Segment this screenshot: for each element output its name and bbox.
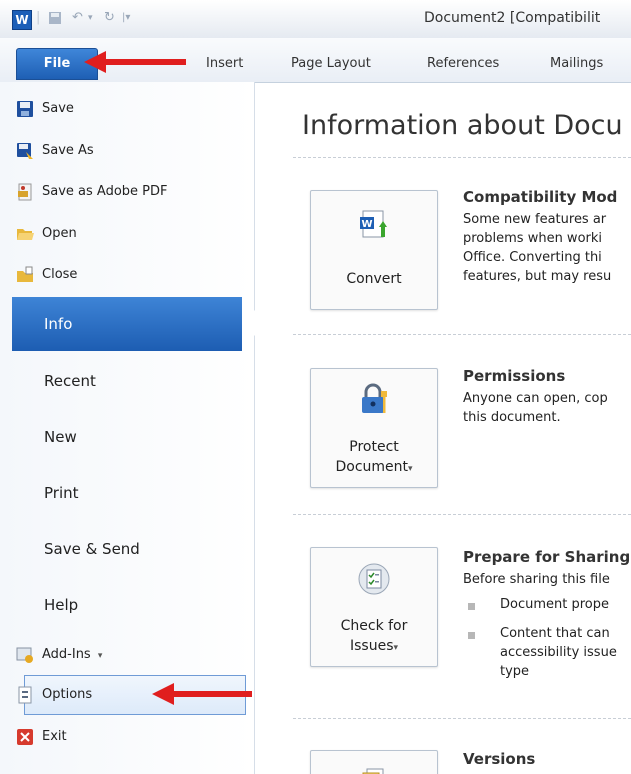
prepare-heading: Prepare for Sharing [463,548,631,566]
protect-label-line1: Protect [349,439,399,455]
help-menu-item[interactable]: Help [44,596,78,614]
divider [293,514,631,515]
chevron-down-icon[interactable]: ▾ [88,11,102,25]
save-as-pdf-menu-item[interactable]: Save as Adobe PDF [42,184,168,199]
compatibility-text-4: features, but may resu [463,269,612,284]
add-ins-menu-item[interactable]: Add-Ins ▾ [42,647,102,662]
bullet-icon [468,632,475,639]
divider [293,334,631,335]
versions-icon [357,765,391,774]
divider [293,157,631,158]
undo-icon[interactable]: ↶ [72,11,86,25]
save-qat-icon[interactable] [48,11,62,25]
chevron-down-icon: ▾ [393,643,399,653]
protect-document-button[interactable]: Protect Document▾ [310,368,438,488]
save-send-menu-item[interactable]: Save & Send [44,540,140,558]
compatibility-heading: Compatibility Mod [463,188,618,206]
check-issues-label-issues: Issues [349,638,394,654]
tab-insert[interactable]: Insert [206,56,243,71]
title-bar: W | ↶ ▾ ↻ |▾ Document2 [Compatibilit [0,0,631,38]
prepare-bullet-1: Document prope [500,597,609,612]
tab-page-layout[interactable]: Page Layout [291,56,371,71]
add-ins-label: Add-Ins [42,647,91,662]
check-issues-label-line2: Issues▾ [311,636,437,659]
add-ins-icon [16,646,36,664]
tab-references[interactable]: References [427,56,499,71]
info-menu-item-selected[interactable]: Info [12,297,242,351]
convert-button[interactable]: W Convert [310,190,438,310]
convert-label: Convert [346,271,402,287]
recent-menu-item[interactable]: Recent [44,372,96,390]
permissions-text-2: this document. [463,410,561,425]
exit-menu-item[interactable]: Exit [42,729,67,744]
window-title: Document2 [Compatibilit [424,10,601,26]
manage-versions-button[interactable] [310,750,438,774]
bullet-icon [468,603,475,610]
customize-qat-icon[interactable]: |▾ [122,11,136,25]
lock-key-icon [357,383,391,417]
prepare-bullet-2-line3: type [500,664,530,679]
permissions-heading: Permissions [463,367,566,385]
compatibility-text-1: Some new features ar [463,212,607,227]
adobe-pdf-icon [16,183,36,201]
convert-document-icon: W [357,209,391,243]
red-arrow-file [84,51,186,73]
protect-label-line2: Document▾ [311,457,437,480]
svg-text:W: W [361,219,372,230]
save-as-menu-item[interactable]: Save As [42,143,94,158]
permissions-text-1: Anyone can open, cop [463,391,608,406]
info-label: Info [44,315,73,333]
prepare-intro: Before sharing this file [463,572,610,587]
chevron-down-icon: ▾ [97,651,103,661]
save-menu-item[interactable]: Save [42,101,74,116]
print-menu-item[interactable]: Print [44,484,79,502]
word-app-icon[interactable]: W [12,10,32,30]
compatibility-text-3: Office. Converting thi [463,250,602,265]
close-folder-icon [16,266,36,284]
selection-notch [242,310,255,336]
save-as-icon [16,142,36,160]
check-issues-label-line1: Check for [340,618,408,634]
chevron-down-icon: ▾ [408,464,413,474]
check-for-issues-button[interactable]: Check for Issues▾ [310,547,438,667]
close-menu-item[interactable]: Close [42,267,77,282]
compatibility-text-2: problems when worki [463,231,603,246]
open-menu-item[interactable]: Open [42,226,77,241]
protect-label-document: Document [335,459,408,475]
red-arrow-options [152,683,252,705]
checklist-icon [357,562,391,596]
prepare-bullet-2-line2: accessibility issue [500,645,617,660]
options-icon [16,686,36,704]
tab-mailings[interactable]: Mailings [550,56,603,71]
page-title: Information about Docu [302,110,623,141]
versions-heading: Versions [463,750,536,768]
new-menu-item[interactable]: New [44,428,77,446]
open-folder-icon [16,225,36,243]
prepare-bullet-2-line1: Content that can [500,626,610,641]
divider [293,718,631,719]
exit-icon [16,728,36,746]
options-menu-label[interactable]: Options [42,687,92,702]
save-icon [16,100,36,118]
redo-icon[interactable]: ↻ [104,11,118,25]
